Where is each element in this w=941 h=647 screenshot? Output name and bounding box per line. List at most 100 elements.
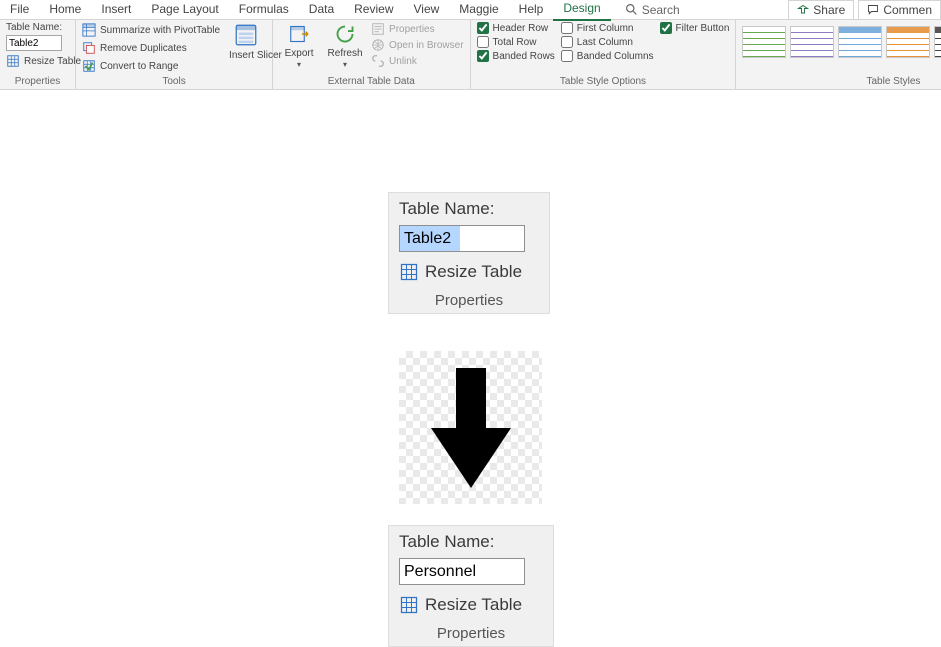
table-name-input[interactable] [6,35,62,51]
demo-input-after[interactable] [399,558,525,585]
opt-header-row[interactable]: Header Row [477,22,555,34]
style-thumb-5[interactable] [934,26,941,58]
group-external: Export ▾ Refresh ▾ Properties Open in Br… [273,20,470,89]
unlink-button: Unlink [371,54,463,68]
opt-total-row[interactable]: Total Row [477,36,555,48]
chevron-down-icon: ▾ [297,61,301,70]
group-label-properties: Properties [6,76,69,89]
tab-help[interactable]: Help [509,0,554,20]
share-icon [797,4,809,16]
demo-panel-after: Table Name: Resize Table Properties [388,525,554,647]
resize-icon [399,262,419,282]
tab-maggie[interactable]: Maggie [449,0,508,20]
refresh-label: Refresh [328,48,363,59]
style-thumb-1[interactable] [742,26,786,58]
resize-table-label: Resize Table [24,56,81,67]
group-tools: Summarize with PivotTable Remove Duplica… [76,20,273,89]
opt-banded-rows[interactable]: Banded Rows [477,50,555,62]
unlink-label: Unlink [389,56,417,67]
demo-input-before[interactable] [399,225,525,252]
summarize-pivot-label: Summarize with PivotTable [100,25,220,36]
opt-banded-cols[interactable]: Banded Columns [561,50,654,62]
insert-slicer-label: Insert Slicer [229,50,263,61]
group-table-styles: ▴▾▾ Table Styles [736,20,941,89]
tab-pagelayout[interactable]: Page Layout [141,0,228,20]
open-browser-button: Open in Browser [371,38,463,52]
tab-view[interactable]: View [404,0,450,20]
browser-icon [371,38,385,52]
convert-icon [82,59,96,73]
slicer-icon [233,22,259,48]
remove-duplicates-label: Remove Duplicates [100,43,187,54]
search-box[interactable]: Search [611,3,680,17]
duplicates-icon [82,41,96,55]
search-icon [625,3,638,16]
ext-properties-label: Properties [389,24,435,35]
group-label-tools: Tools [82,76,266,89]
demo-resize-label-2: Resize Table [425,595,522,615]
resize-icon [6,54,20,68]
checkbox-total[interactable] [477,36,489,48]
demo-label-1: Table Name: [399,199,539,219]
table-name-label: Table Name: [6,22,81,33]
group-label-styleoptions: Table Style Options [477,76,730,89]
checkbox-last[interactable] [561,36,573,48]
group-properties: Table Name: Resize Table Properties [0,20,76,89]
checkbox-filter[interactable] [660,22,672,34]
opt-last-col[interactable]: Last Column [561,36,654,48]
checkbox-header[interactable] [477,22,489,34]
comment-icon [867,4,879,16]
export-label: Export [285,48,314,59]
chevron-down-icon: ▾ [343,61,347,70]
resize-icon [399,595,419,615]
summarize-pivot-button[interactable]: Summarize with PivotTable [82,22,220,38]
opt-filter[interactable]: Filter Button [660,22,730,34]
demo-label-2: Table Name: [399,532,543,552]
ribbon-tabs: File Home Insert Page Layout Formulas Da… [0,0,941,20]
tab-design[interactable]: Design [553,0,610,21]
convert-range-button[interactable]: Convert to Range [82,58,220,74]
arrow-down-graphic [399,351,542,504]
checkbox-first[interactable] [561,22,573,34]
tab-data[interactable]: Data [299,0,344,20]
tab-insert[interactable]: Insert [91,0,141,20]
style-thumb-3[interactable] [838,26,882,58]
unlink-icon [371,54,385,68]
style-thumb-4[interactable] [886,26,930,58]
style-gallery: ▴▾▾ [742,22,941,58]
demo-resize-2[interactable]: Resize Table [399,595,543,615]
properties-icon [371,22,385,36]
refresh-icon [333,22,357,46]
search-label: Search [642,3,680,17]
refresh-button[interactable]: Refresh ▾ [325,22,365,70]
tab-review[interactable]: Review [344,0,403,20]
style-thumb-2[interactable] [790,26,834,58]
resize-table-button[interactable]: Resize Table [6,53,81,69]
checkbox-banded-rows[interactable] [477,50,489,62]
group-label-external: External Table Data [279,76,463,89]
share-label: Share [813,3,845,17]
demo-resize-label-1: Resize Table [425,262,522,282]
comments-button[interactable]: Commen [858,0,941,20]
tab-formulas[interactable]: Formulas [229,0,299,20]
tab-file[interactable]: File [0,0,39,20]
group-style-options: Header Row Total Row Banded Rows First C… [471,20,737,89]
pivot-icon [82,23,96,37]
export-icon [287,22,311,46]
demo-group-1: Properties [399,292,539,309]
tab-home[interactable]: Home [39,0,91,20]
demo-resize-1[interactable]: Resize Table [399,262,539,282]
export-button[interactable]: Export ▾ [279,22,319,70]
ext-properties-button: Properties [371,22,463,36]
demo-panel-before: Table Name: Resize Table Properties [388,192,550,314]
demo-group-2: Properties [399,625,543,642]
ribbon-body: Table Name: Resize Table Properties Summ… [0,20,941,90]
remove-duplicates-button[interactable]: Remove Duplicates [82,40,220,56]
share-button[interactable]: Share [788,0,854,20]
checkbox-banded-cols[interactable] [561,50,573,62]
convert-range-label: Convert to Range [100,61,178,72]
group-label-tablestyles: Table Styles [742,76,941,89]
opt-first-col[interactable]: First Column [561,22,654,34]
insert-slicer-button[interactable]: Insert Slicer [226,22,266,61]
arrow-down-icon [421,363,521,493]
